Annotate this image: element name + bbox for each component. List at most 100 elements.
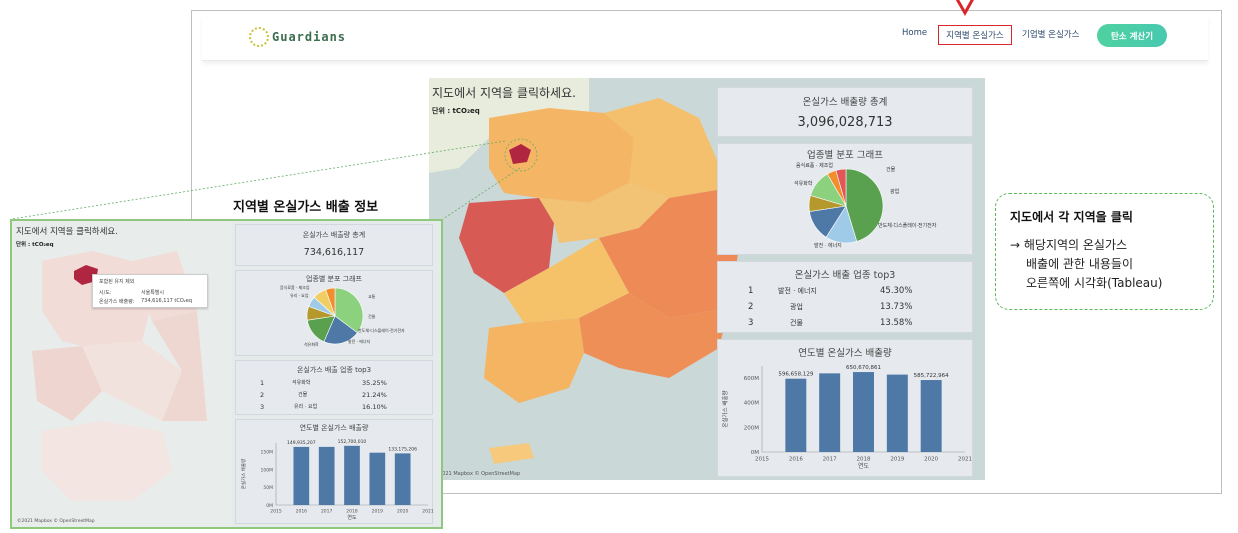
x-tick-label: 2015 <box>755 457 769 463</box>
y-axis-label: 온실가스 배출량 <box>721 390 729 427</box>
main-dashboard: 지도에서 지역을 클릭하세요. 단위 : tCO₂eq ©2021 Mapbox… <box>429 78 985 480</box>
pie-chart[interactable] <box>718 144 974 256</box>
x-tick-label: 2016 <box>789 457 803 463</box>
y-tick-label: 400M <box>744 401 759 407</box>
percent: 45.30% <box>880 286 913 296</box>
bar-data-label: 596,658,129 <box>778 372 813 378</box>
inset-pie-chart[interactable] <box>236 271 434 357</box>
x-tick-label: 2016 <box>296 509 308 515</box>
unit-label: 단위 : tCO₂eq <box>432 107 480 115</box>
x-tick-label: 2021 <box>422 509 434 515</box>
inset-total-panel: 온실가스 배출량 총계 734,616,117 <box>235 224 433 266</box>
x-tick-label: 2019 <box>890 457 904 463</box>
tooltip-actions[interactable]: 포함된 유지 제외 <box>99 278 134 285</box>
percent: 13.58% <box>880 318 913 328</box>
bar-data-label: 149,935,207 <box>287 440 316 446</box>
rank: 3 <box>748 318 754 328</box>
bar[interactable] <box>318 446 335 505</box>
sector: 건물 <box>298 392 308 398</box>
rank: 3 <box>260 403 265 411</box>
y-tick-label: 150M <box>261 450 274 456</box>
bar[interactable] <box>853 372 874 452</box>
inset-top3-title: 온실가스 배출 업종 top3 <box>296 366 372 374</box>
bar-data-label: 650,670,861 <box>846 365 881 371</box>
map-credit: ©2021 Mapbox © OpenStreetMap <box>434 471 521 477</box>
x-tick-label: 2018 <box>346 509 358 515</box>
x-axis-label: 연도 <box>347 514 357 521</box>
region-jeju <box>489 443 534 464</box>
stage: Guardians Home 지역별 온실가스 기업별 온실가스 탄소 계산기 <box>0 0 1238 533</box>
pie-label: 음식료품 · 제조업 <box>796 163 833 169</box>
tooltip-emission-key: 온실가스 배출량: <box>99 299 135 305</box>
inset-total-value: 734,616,117 <box>303 247 365 258</box>
note-line: 배출에 관한 내용들이 <box>1026 257 1133 271</box>
y-tick-label: 0M <box>266 503 273 509</box>
pie-label: 석유화학 <box>304 342 319 347</box>
sector: 광업 <box>790 303 803 311</box>
bar-chart[interactable]: 0M 200M 400M 600M 2015 2016 2017 2018 2019 2020 20… <box>718 340 974 478</box>
rank: 1 <box>260 379 265 387</box>
percent: 16.10% <box>362 403 387 411</box>
y-tick-label: 100M <box>261 467 274 473</box>
total-title: 온실가스 배출량 총계 <box>802 97 888 108</box>
bar[interactable] <box>293 446 310 505</box>
x-tick-label: 2018 <box>857 457 871 463</box>
y-tick-label: 600M <box>744 376 759 382</box>
rank: 2 <box>748 302 754 312</box>
top3-panel: 온실가스 배출 업종 top3 1 발전 · 에너지 45.30% 2 광업 1… <box>717 261 973 333</box>
pie-label: 발전 · 에너지 <box>814 243 842 249</box>
bar[interactable] <box>344 445 360 505</box>
inset-map-credit: ©2021 Mapbox © OpenStreetMap <box>17 519 95 524</box>
sector: 유리 · 요업 <box>294 404 318 410</box>
x-tick-label: 2017 <box>823 457 837 463</box>
bar[interactable] <box>785 378 807 452</box>
bar[interactable] <box>886 374 908 452</box>
bar[interactable] <box>369 452 386 505</box>
nav-home[interactable]: Home <box>902 28 927 38</box>
inset-top3-panel: 온실가스 배출 업종 top3 1 석유화학 35.25% 2 건물 21.24… <box>235 360 433 415</box>
inset-bar-chart[interactable]: 0M 50M 100M 150M 2015 2016 2017 2018 2019 2020 202… <box>236 420 434 525</box>
x-tick-label: 2020 <box>924 457 938 463</box>
total-value: 3,096,028,713 <box>797 115 893 130</box>
inset-title: 지도에서 지역을 클릭하세요. <box>16 227 118 237</box>
bar[interactable] <box>819 373 841 452</box>
checkmark-icon <box>955 0 974 17</box>
nav-region-ghg[interactable]: 지역별 온실가스 <box>938 25 1012 45</box>
bar-data-label: 585,722,964 <box>914 373 949 379</box>
logo-ring-icon <box>249 27 269 47</box>
note-line: 오른쪽에 시각화(Tableau) <box>1026 276 1163 290</box>
x-tick-label: 2021 <box>958 457 972 463</box>
top-navbar: Guardians Home 지역별 온실가스 기업별 온실가스 탄소 계산기 <box>202 15 1208 61</box>
pie-label: 교통 <box>368 294 376 299</box>
note-line: → 해당지역의 온실가스 <box>1010 238 1128 252</box>
bar-data-label: 133,175,206 <box>388 446 417 452</box>
percent: 13.73% <box>880 302 913 312</box>
logo[interactable]: Guardians <box>249 27 346 47</box>
note-box: 지도에서 각 지역을 클릭 → 해당지역의 온실가스 배출에 관한 내용들이 오… <box>995 193 1214 310</box>
bar[interactable] <box>920 380 942 452</box>
bar-data-label: 152,700,010 <box>338 439 367 445</box>
x-tick-label: 2017 <box>321 509 333 515</box>
pie-panel: 업종별 분포 그래프 음식료품 · 제조업 건물 석유화학 광업 반도체·디스플… <box>717 143 973 255</box>
y-tick-label: 200M <box>744 425 759 431</box>
nav-corporate-ghg[interactable]: 기업별 온실가스 <box>1022 28 1079 40</box>
pie-label: 건물 <box>368 314 376 319</box>
region-tooltip: 포함된 유지 제외 시/도: 서울특별시 온실가스 배출량: 734,616,1… <box>92 274 208 308</box>
pie-label: 반도체·디스플레이·전기전자 <box>358 328 405 333</box>
pie-label: 유리 · 요업 <box>290 293 309 298</box>
x-tick-label: 2015 <box>270 509 282 515</box>
sector: 발전 · 에너지 <box>778 287 817 295</box>
region-jeonnam <box>484 318 584 403</box>
bar[interactable] <box>394 453 411 505</box>
inset-pie-panel: 업종별 분포 그래프 음식료품 · 제조업 유리 · 요업 건물 교통 반도체·… <box>235 270 433 356</box>
x-axis-label: 연도 <box>858 462 870 470</box>
pie-label: 광업 <box>890 189 900 195</box>
inset-dashboard: 지도에서 지역을 클릭하세요. 단위 : tCO₂eq ©2021 Mapbox… <box>10 219 443 529</box>
inset-korea-map[interactable] <box>12 221 232 527</box>
x-tick-label: 2020 <box>397 509 409 515</box>
carbon-calculator-button[interactable]: 탄소 계산기 <box>1097 24 1167 47</box>
inset-unit: 단위 : tCO₂eq <box>16 242 54 248</box>
pie-label: 발전 · 에너지 <box>348 339 371 344</box>
percent: 21.24% <box>362 391 387 399</box>
pie-label: 반도체·디스플레이·전기전자 <box>878 223 937 229</box>
